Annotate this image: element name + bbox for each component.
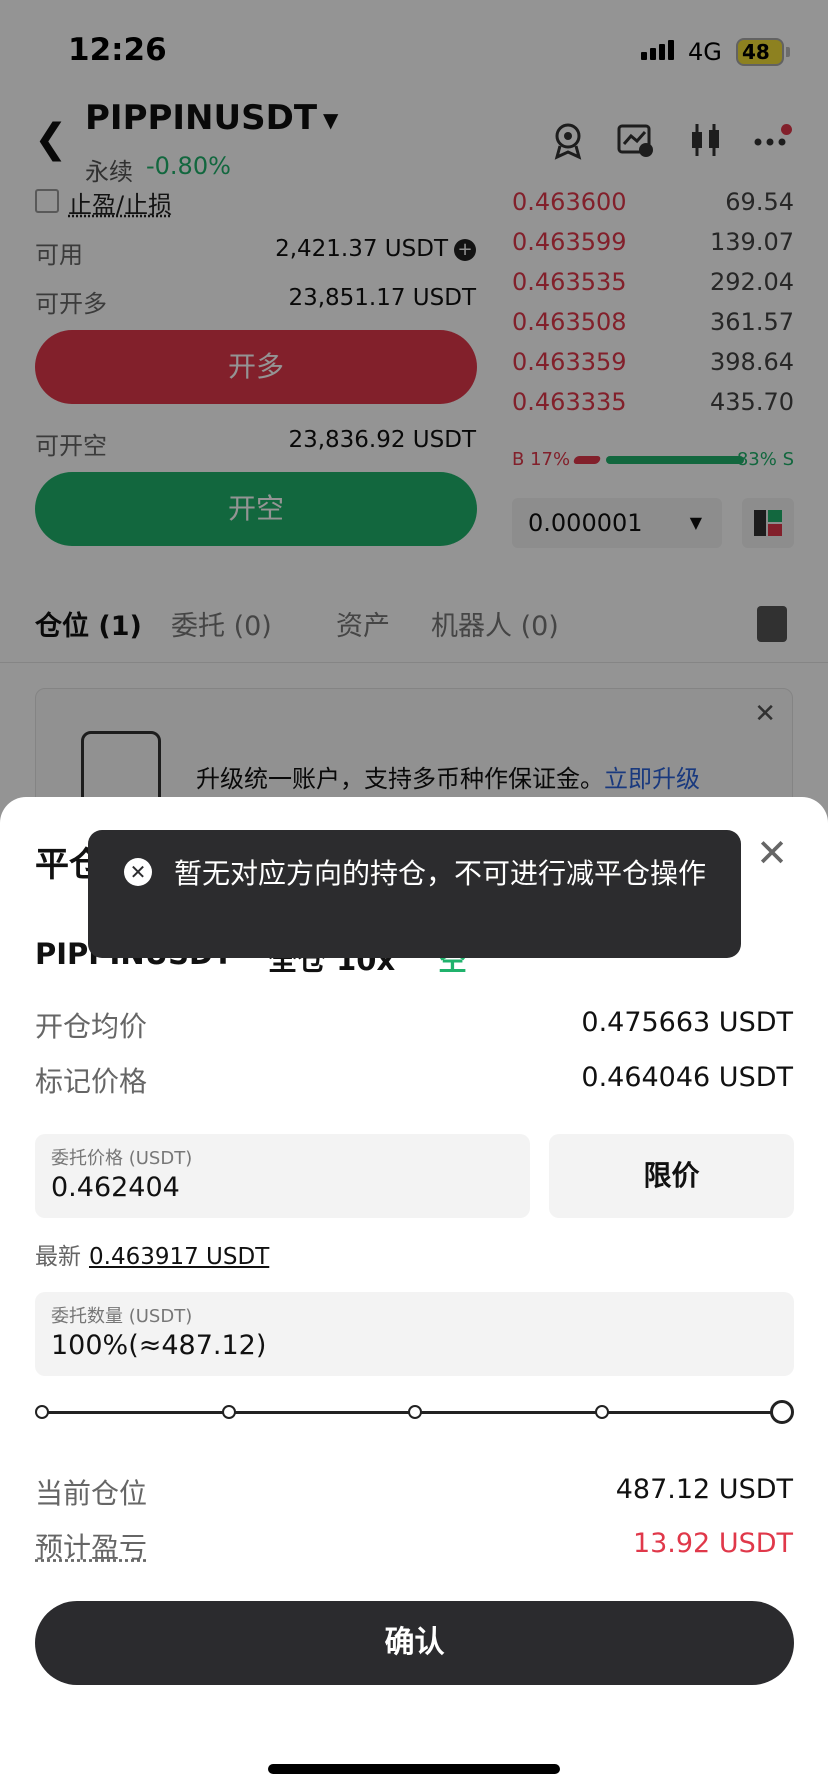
current-position-value: 487.12 USDT — [615, 1474, 793, 1505]
quantity-value[interactable]: 100%(≈487.12) — [51, 1330, 266, 1361]
slider-stop[interactable] — [35, 1405, 49, 1419]
entry-price-value: 0.475663 USDT — [581, 1007, 793, 1038]
order-type-button[interactable]: 限价 — [549, 1134, 794, 1218]
latest-price: 最新 0.463917 USDT — [35, 1237, 269, 1271]
home-indicator — [268, 1764, 560, 1774]
estimated-pnl-value: 13.92 USDT — [632, 1528, 793, 1559]
order-price-value[interactable]: 0.462404 — [51, 1172, 180, 1203]
order-quantity-input[interactable]: 委托数量 (USDT) 100%(≈487.12) — [35, 1292, 794, 1376]
slider-stop[interactable] — [408, 1405, 422, 1419]
slider-stop[interactable] — [595, 1405, 609, 1419]
close-icon[interactable]: ✕ — [756, 831, 788, 875]
order-price-label: 委托价格 (USDT) — [51, 1148, 193, 1169]
error-toast: ✕ 暂无对应方向的持仓，不可进行减平仓操作 — [88, 830, 741, 958]
slider-thumb[interactable] — [770, 1400, 794, 1424]
confirm-button[interactable]: 确认 — [35, 1601, 794, 1685]
latest-price-value[interactable]: 0.463917 USDT — [89, 1244, 269, 1270]
entry-price-label: 开仓均价 — [35, 1010, 148, 1043]
mark-price-value: 0.464046 USDT — [581, 1062, 793, 1093]
slider-stop[interactable] — [222, 1405, 236, 1419]
toast-message: 暂无对应方向的持仓，不可进行减平仓操作 — [174, 857, 707, 890]
order-price-input[interactable]: 委托价格 (USDT) 0.462404 — [35, 1134, 530, 1218]
quantity-label: 委托数量 (USDT) — [51, 1306, 193, 1327]
error-icon: ✕ — [124, 858, 152, 886]
mark-price-label: 标记价格 — [35, 1065, 148, 1098]
latest-label: 最新 — [35, 1244, 81, 1270]
current-position-label: 当前仓位 — [35, 1477, 148, 1510]
estimated-pnl-label[interactable]: 预计盈亏 — [35, 1526, 147, 1566]
quantity-slider[interactable] — [35, 1397, 794, 1427]
